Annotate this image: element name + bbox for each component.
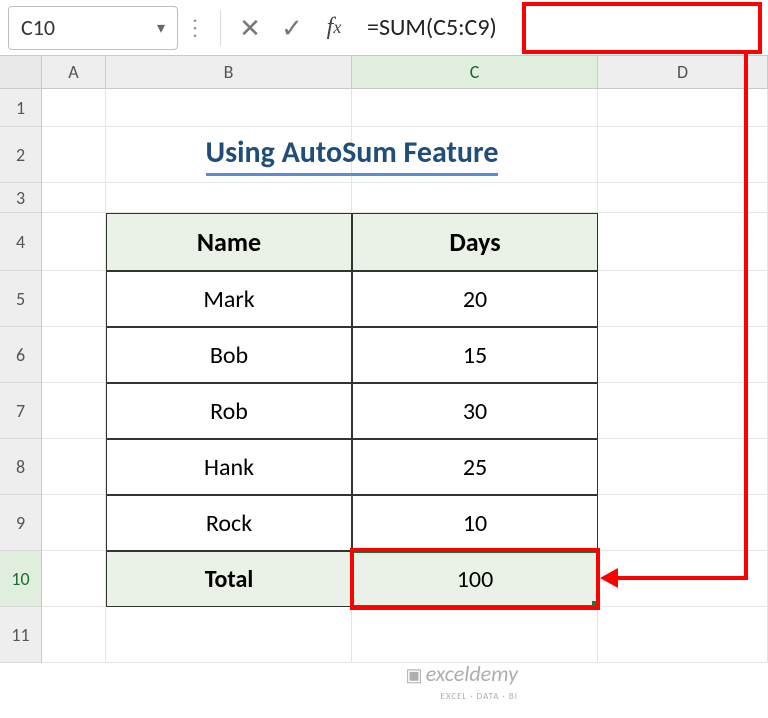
- row-header-2[interactable]: 2: [0, 127, 42, 183]
- column-headers: A B C D: [0, 56, 768, 89]
- row-header-1[interactable]: 1: [0, 89, 42, 127]
- cell[interactable]: [352, 183, 598, 213]
- row-header-3[interactable]: 3: [0, 183, 42, 213]
- cell[interactable]: [598, 127, 768, 183]
- td-days[interactable]: 10: [352, 495, 598, 551]
- cell[interactable]: [598, 383, 768, 439]
- expand-icon[interactable]: ⋮: [184, 14, 206, 41]
- td-days[interactable]: 20: [352, 271, 598, 327]
- cell[interactable]: [42, 607, 106, 663]
- row-header-5[interactable]: 5: [0, 271, 42, 327]
- td-name[interactable]: Rob: [106, 383, 352, 439]
- data-table: Name Days Mark 20 Bob 15 Rob 30 Hank 25 …: [106, 213, 598, 607]
- cell[interactable]: [42, 89, 106, 127]
- row-header-8[interactable]: 8: [0, 439, 42, 495]
- cell[interactable]: [42, 183, 106, 213]
- col-header-c[interactable]: C: [352, 56, 598, 88]
- row-header-7[interactable]: 7: [0, 383, 42, 439]
- td-days[interactable]: 30: [352, 383, 598, 439]
- td-total-label[interactable]: Total: [106, 551, 352, 607]
- cell[interactable]: [352, 89, 598, 127]
- formula-input[interactable]: =SUM(C5:C9): [355, 7, 768, 49]
- watermark: ▣ exceldemy EXCEL · DATA · BI: [406, 662, 519, 702]
- th-name[interactable]: Name: [106, 213, 352, 271]
- select-all-corner[interactable]: [0, 56, 42, 88]
- row-header-10[interactable]: 10: [0, 551, 42, 607]
- cell[interactable]: [598, 439, 768, 495]
- cell[interactable]: [598, 327, 768, 383]
- col-header-a[interactable]: A: [42, 56, 106, 88]
- td-name[interactable]: Rock: [106, 495, 352, 551]
- row-header-6[interactable]: 6: [0, 327, 42, 383]
- td-days[interactable]: 25: [352, 439, 598, 495]
- cell[interactable]: [42, 213, 106, 271]
- cell[interactable]: [106, 127, 352, 183]
- cell[interactable]: [598, 89, 768, 127]
- cell[interactable]: [42, 551, 106, 607]
- row-header-4[interactable]: 4: [0, 213, 42, 271]
- annotation-arrow-vertical: [744, 54, 748, 578]
- name-box[interactable]: C10 ▾: [8, 6, 178, 50]
- row-headers: 1 2 3 4 5 6 7 8 9 10 11: [0, 89, 42, 663]
- cell[interactable]: [42, 495, 106, 551]
- td-name[interactable]: Mark: [106, 271, 352, 327]
- cell[interactable]: [352, 127, 598, 183]
- annotation-arrow-horizontal: [618, 576, 748, 580]
- td-total-value[interactable]: 100: [352, 551, 598, 607]
- row-header-9[interactable]: 9: [0, 495, 42, 551]
- fx-icon[interactable]: fx: [313, 7, 355, 49]
- cell[interactable]: [598, 495, 768, 551]
- cell[interactable]: [42, 127, 106, 183]
- separator: [220, 10, 221, 46]
- cancel-icon[interactable]: ✕: [229, 7, 271, 49]
- cell[interactable]: [106, 607, 352, 663]
- th-days[interactable]: Days: [352, 213, 598, 271]
- annotation-arrow-head: [600, 568, 618, 588]
- formula-text: =SUM(C5:C9): [367, 13, 497, 42]
- chevron-down-icon[interactable]: ▾: [157, 18, 165, 38]
- confirm-icon[interactable]: ✓: [271, 7, 313, 49]
- td-name[interactable]: Hank: [106, 439, 352, 495]
- cell[interactable]: [42, 271, 106, 327]
- cell[interactable]: [598, 183, 768, 213]
- watermark-tagline: EXCEL · DATA · BI: [441, 691, 518, 702]
- td-name[interactable]: Bob: [106, 327, 352, 383]
- cell[interactable]: [598, 213, 768, 271]
- name-box-value: C10: [21, 14, 55, 41]
- col-header-b[interactable]: B: [106, 56, 352, 88]
- cell[interactable]: [352, 607, 598, 663]
- cell[interactable]: [598, 271, 768, 327]
- watermark-brand: exceldemy: [426, 660, 518, 687]
- cell[interactable]: [598, 607, 768, 663]
- col-header-d[interactable]: D: [598, 56, 768, 88]
- cell[interactable]: [106, 183, 352, 213]
- cell[interactable]: [106, 89, 352, 127]
- formula-bar: C10 ▾ ⋮ ✕ ✓ fx =SUM(C5:C9): [0, 0, 768, 56]
- cell[interactable]: [42, 327, 106, 383]
- td-days[interactable]: 15: [352, 327, 598, 383]
- cell[interactable]: [42, 383, 106, 439]
- row-header-11[interactable]: 11: [0, 607, 42, 663]
- cell[interactable]: [42, 439, 106, 495]
